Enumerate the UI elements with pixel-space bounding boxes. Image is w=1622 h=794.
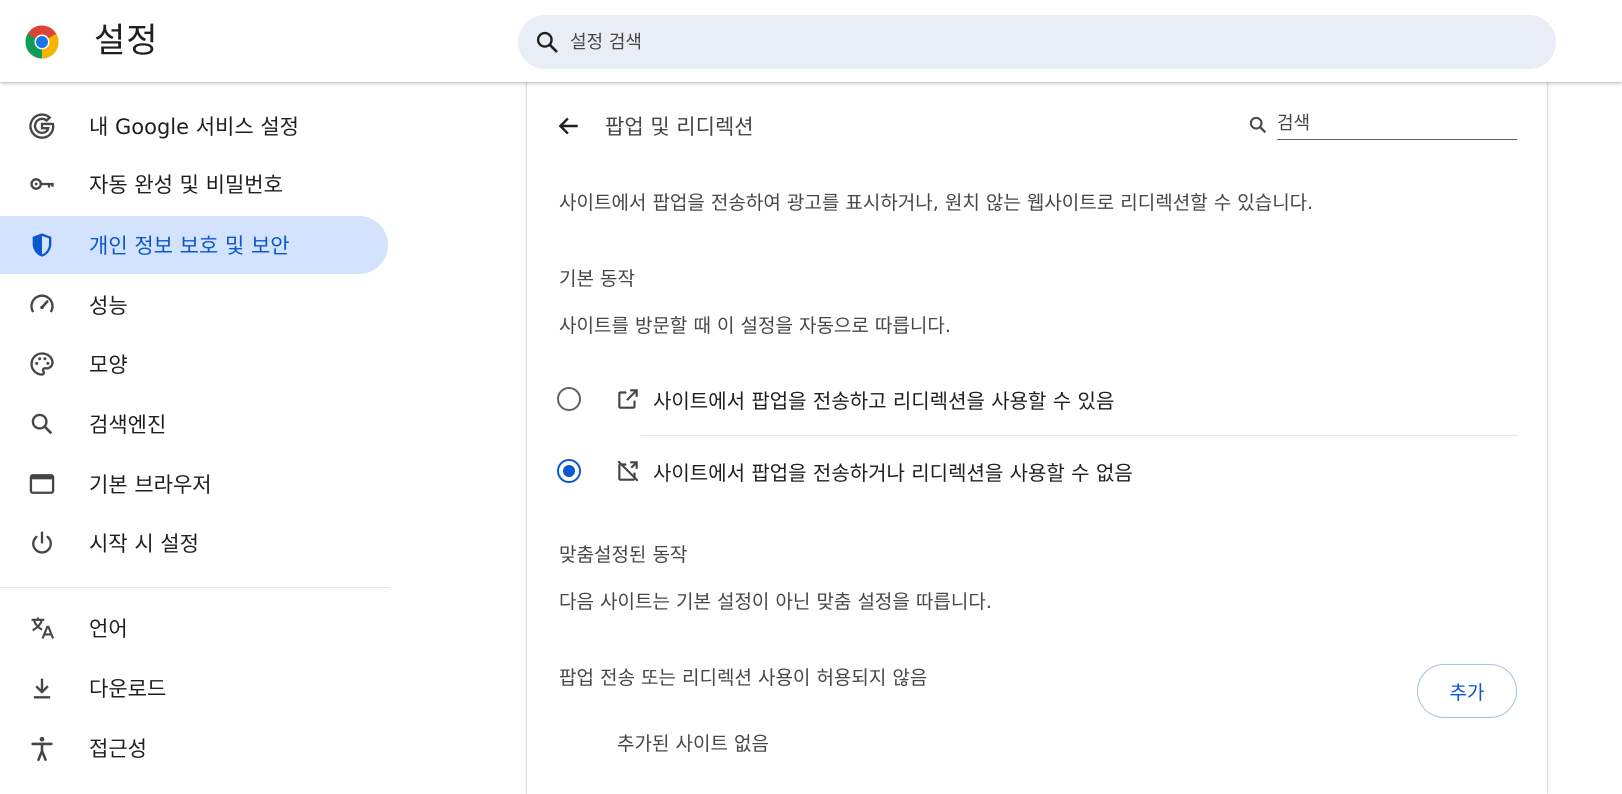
sidebar-item-accessibility[interactable]: 접근성: [0, 719, 388, 777]
sidebar-item-label: 성능: [89, 294, 128, 318]
translate-icon: [28, 614, 56, 642]
sidebar-item-performance[interactable]: 성능: [0, 276, 388, 334]
key-icon: [28, 170, 56, 198]
search-icon: [534, 29, 560, 55]
sidebar: 내 Google 서비스 설정 자동 완성 및 비밀번호 개인 정보 보호 및 …: [0, 82, 390, 794]
page-description: 사이트에서 팝업을 전송하여 광고를 표시하거나, 원치 않는 웹사이트로 리디…: [559, 192, 1314, 214]
power-icon: [28, 529, 56, 557]
speedometer-icon: [28, 291, 56, 319]
sidebar-item-label: 기본 브라우저: [89, 473, 212, 497]
blocked-sites-label: 팝업 전송 또는 리디렉션 사용이 허용되지 않음: [559, 667, 928, 689]
radio-separator: [641, 435, 1517, 436]
subpage-search-input[interactable]: [1277, 104, 1517, 140]
radio-option-allow[interactable]: 사이트에서 팝업을 전송하고 리디렉션을 사용할 수 있음: [557, 370, 1517, 428]
header: 설정: [0, 0, 1622, 82]
search-icon: [28, 410, 56, 438]
shield-icon: [28, 231, 56, 259]
google-g-icon: [28, 112, 56, 140]
sidebar-item-autofill[interactable]: 자동 완성 및 비밀번호: [0, 155, 388, 213]
settings-search-input[interactable]: [570, 31, 1470, 53]
popup-blocked-icon: [615, 458, 641, 484]
popups-redirects-card: 팝업 및 리디렉션 사이트에서 팝업을 전송하여 광고를 표시하거나, 원치 않…: [527, 82, 1547, 794]
sidebar-item-label: 다운로드: [89, 677, 167, 701]
arrow-back-icon: [558, 117, 578, 135]
app-title: 설정: [94, 21, 159, 61]
sidebar-divider: [0, 587, 390, 588]
add-site-button[interactable]: 추가: [1417, 664, 1517, 718]
radio-block-label: 사이트에서 팝업을 전송하거나 리디렉션을 사용할 수 없음: [653, 460, 1133, 485]
sidebar-item-appearance[interactable]: 모양: [0, 335, 388, 393]
back-button[interactable]: [551, 108, 587, 144]
sidebar-item-on-startup[interactable]: 시작 시 설정: [0, 514, 388, 572]
sidebar-item-google-services[interactable]: 내 Google 서비스 설정: [0, 97, 388, 155]
default-behavior-description: 사이트를 방문할 때 이 설정을 자동으로 따릅니다.: [559, 315, 951, 337]
sidebar-item-label: 검색엔진: [89, 413, 167, 437]
page-title: 팝업 및 리디렉션: [605, 115, 754, 139]
sidebar-item-label: 접근성: [89, 737, 147, 761]
default-behavior-heading: 기본 동작: [559, 268, 635, 290]
subpage-search[interactable]: [1247, 104, 1517, 142]
search-icon: [1249, 116, 1267, 134]
sidebar-item-label: 시작 시 설정: [89, 532, 199, 556]
radio-allow-label: 사이트에서 팝업을 전송하고 리디렉션을 사용할 수 있음: [653, 388, 1115, 413]
sidebar-item-privacy-security[interactable]: 개인 정보 보호 및 보안: [0, 216, 388, 274]
sidebar-item-label: 개인 정보 보호 및 보안: [89, 234, 290, 258]
sidebar-item-label: 모양: [89, 353, 128, 377]
accessibility-icon: [28, 734, 56, 762]
custom-behavior-description: 다음 사이트는 기본 설정이 아닌 맞춤 설정을 따릅니다.: [559, 591, 992, 613]
settings-search-box[interactable]: [518, 15, 1556, 69]
browser-window-icon: [28, 470, 56, 498]
download-icon: [28, 674, 56, 702]
sidebar-item-languages[interactable]: 언어: [0, 599, 388, 657]
radio-block[interactable]: [557, 459, 581, 483]
sidebar-item-label: 내 Google 서비스 설정: [89, 115, 299, 139]
open-in-new-icon: [615, 386, 641, 412]
palette-icon: [28, 350, 56, 378]
sidebar-item-default-browser[interactable]: 기본 브라우저: [0, 455, 388, 513]
chrome-logo-icon: [25, 25, 59, 59]
no-sites-added-text: 추가된 사이트 없음: [617, 733, 769, 755]
custom-behavior-heading: 맞춤설정된 동작: [559, 544, 688, 566]
radio-allow[interactable]: [557, 387, 581, 411]
sidebar-item-downloads[interactable]: 다운로드: [0, 659, 388, 717]
radio-option-block[interactable]: 사이트에서 팝업을 전송하거나 리디렉션을 사용할 수 없음: [557, 442, 1517, 500]
sidebar-item-search-engine[interactable]: 검색엔진: [0, 395, 388, 453]
sidebar-item-label: 자동 완성 및 비밀번호: [89, 173, 283, 197]
sidebar-item-label: 언어: [89, 617, 128, 641]
